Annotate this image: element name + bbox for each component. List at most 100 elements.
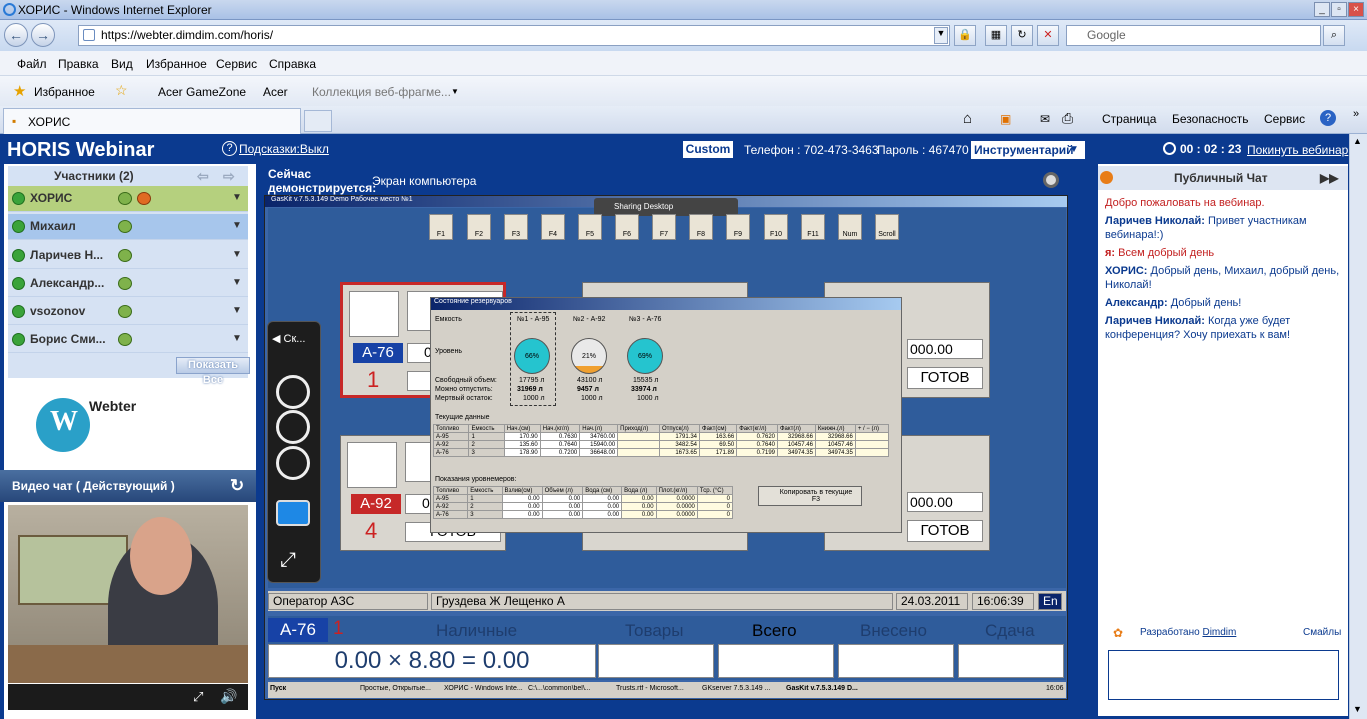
scroll-down-icon[interactable]: ▼ xyxy=(1353,704,1362,714)
fkey-f10[interactable]: F10 xyxy=(764,214,788,240)
chevron-down-icon[interactable]: ▼ xyxy=(232,243,242,267)
feeds-icon[interactable]: ▣ xyxy=(1000,112,1011,126)
expand-icon[interactable]: ▶▶ xyxy=(1320,166,1338,190)
menu-help[interactable]: Справка xyxy=(269,57,316,71)
dimdim-link[interactable]: Dimdim xyxy=(1202,627,1236,638)
current-data-table[interactable]: Топливо Емкость Нач.(см) Нач.(кг/л) Нач.(л) П… xyxy=(432,424,890,457)
arrow-right-icon[interactable]: ⇨ xyxy=(223,166,235,186)
chevron-right-icon[interactable]: » xyxy=(1353,108,1359,120)
screen-icon[interactable] xyxy=(276,500,310,526)
custom-button[interactable]: Custom xyxy=(683,141,733,158)
participant-row[interactable]: vsozonov ▼ xyxy=(8,299,248,325)
fkey-num[interactable]: Num xyxy=(838,214,862,240)
chevron-down-icon[interactable]: ▼ xyxy=(232,299,242,323)
fav-link-acer[interactable]: Acer xyxy=(263,85,288,99)
mail-icon[interactable]: ✉ xyxy=(1040,112,1050,126)
chat-input[interactable] xyxy=(1108,650,1339,700)
gauge-table[interactable]: Топливо Емкость Взлив(см) Объем (л) Вода (см… xyxy=(432,486,734,519)
compat-icon[interactable]: ▦ xyxy=(985,25,1007,46)
fkey-f4[interactable]: F4 xyxy=(541,214,565,240)
favorites-button[interactable]: Избранное xyxy=(34,85,95,99)
task-item[interactable]: C:\...\common\bel\... xyxy=(528,685,612,692)
print-icon[interactable]: ⎙ xyxy=(1062,110,1073,127)
page-scrollbar[interactable]: ▲ ▼ xyxy=(1349,134,1367,719)
tools-select[interactable]: Инструментарий ▼ xyxy=(971,141,1085,159)
smiles-link[interactable]: Смайлы xyxy=(1303,627,1341,638)
menu-view[interactable]: Вид xyxy=(111,57,133,71)
start-button[interactable]: Пуск xyxy=(270,685,286,692)
presenter-icon[interactable] xyxy=(137,192,151,205)
mic-icon[interactable] xyxy=(118,277,132,290)
fullscreen-icon[interactable]: ⤢ xyxy=(280,549,296,572)
leave-webinar-link[interactable]: Покинуть вебинар xyxy=(1247,143,1348,157)
lock-icon[interactable]: 🔒 xyxy=(954,25,976,46)
search-icon[interactable]: ⌕ xyxy=(1323,25,1345,46)
search-input[interactable]: Google xyxy=(1066,25,1321,46)
chevron-down-icon[interactable]: ▼ xyxy=(232,186,242,210)
zoom-out-icon[interactable] xyxy=(276,410,310,444)
close-icon[interactable]: × xyxy=(1348,2,1364,17)
participant-row[interactable]: ХОРИС ▼ xyxy=(8,186,248,212)
fkey-f8[interactable]: F8 xyxy=(689,214,713,240)
zoom-fit-icon[interactable] xyxy=(276,446,310,480)
tab-horis[interactable]: ▪ ХОРИС xyxy=(3,108,301,134)
lang-field[interactable]: En xyxy=(1038,593,1062,610)
new-tab-button[interactable] xyxy=(304,110,332,132)
fav-link-gamezone[interactable]: Acer GameZone xyxy=(158,85,246,99)
fullscreen-icon[interactable]: ⤢ xyxy=(193,689,203,705)
fkey-f11[interactable]: F11 xyxy=(801,214,825,240)
menu-tools[interactable]: Сервис xyxy=(216,57,257,71)
table-row[interactable]: А-76 3 178.90 0.7200 36648.00 1673.65 171.89 0.… xyxy=(432,448,890,457)
address-dropdown-icon[interactable]: ▼ xyxy=(934,27,948,44)
participant-row[interactable]: Борис Сми... ▼ xyxy=(8,327,248,353)
help-icon[interactable]: ? xyxy=(1320,110,1336,126)
table-row[interactable]: А-92 2 135.60 0.7640 15940.00 3482.54 69.50 0.7… xyxy=(432,440,890,449)
mic-icon[interactable] xyxy=(118,220,132,233)
fkey-f1[interactable]: F1 xyxy=(429,214,453,240)
home-icon[interactable]: ⌂ xyxy=(963,110,972,127)
task-item[interactable]: ХОРИС - Windows Inte... xyxy=(444,685,524,692)
zoom-in-icon[interactable] xyxy=(276,375,310,409)
arrow-left-icon[interactable]: ⇦ xyxy=(197,166,209,186)
record-icon[interactable] xyxy=(1043,172,1059,188)
task-item[interactable]: Простые, Открытые... xyxy=(360,685,440,692)
task-item[interactable]: Trusts.rtf - Microsoft... xyxy=(616,685,698,692)
safety-menu[interactable]: Безопасность xyxy=(1172,112,1249,126)
menu-favorites[interactable]: Избранное xyxy=(146,57,207,71)
copy-button[interactable]: Копировать в текущие F3 xyxy=(758,486,862,506)
task-item[interactable]: GasKit v.7.5.3.149 D... xyxy=(786,685,866,692)
refresh-icon[interactable]: ↻ xyxy=(230,470,244,502)
table-row[interactable]: А-92 2 0.00 0.00 0.00 0.00 0.0000 0 xyxy=(432,502,734,511)
fkey-f7[interactable]: F7 xyxy=(652,214,676,240)
fkey-f3[interactable]: F3 xyxy=(504,214,528,240)
participant-row[interactable]: Михаил ▼ xyxy=(8,214,248,240)
minimize-icon[interactable]: _ xyxy=(1314,2,1330,17)
fkey-f6[interactable]: F6 xyxy=(615,214,639,240)
refresh-icon[interactable]: ↻ xyxy=(1011,25,1033,46)
fav-link-webslices[interactable]: Коллекция веб-фрагме... xyxy=(312,85,451,99)
menu-file[interactable]: Файл xyxy=(17,57,47,71)
mic-icon[interactable] xyxy=(118,333,132,346)
fkey-f2[interactable]: F2 xyxy=(467,214,491,240)
maximize-icon[interactable]: ▫ xyxy=(1331,2,1347,17)
task-item[interactable]: GKserver 7.5.3.149 ... xyxy=(702,685,782,692)
mic-icon[interactable] xyxy=(118,305,132,318)
fkey-f9[interactable]: F9 xyxy=(726,214,750,240)
participant-row[interactable]: Александр... ▼ xyxy=(8,271,248,297)
scroll-up-icon[interactable]: ▲ xyxy=(1353,136,1362,146)
participant-row[interactable]: Ларичев Н... ▼ xyxy=(8,243,248,269)
fkey-f5[interactable]: F5 xyxy=(578,214,602,240)
hints-toggle[interactable]: Подсказки:Выкл xyxy=(239,142,329,156)
stop-icon[interactable]: ✕ xyxy=(1037,25,1059,46)
table-row[interactable]: А-95 1 0.00 0.00 0.00 0.00 0.0000 0 xyxy=(432,494,734,503)
table-row[interactable]: А-76 3 0.00 0.00 0.00 0.00 0.0000 0 xyxy=(432,510,734,519)
show-all-button[interactable]: Показать Все xyxy=(176,357,250,386)
address-bar[interactable]: https://webter.dimdim.com/horis/ xyxy=(78,25,950,46)
menu-edit[interactable]: Правка xyxy=(58,57,99,71)
mic-icon[interactable] xyxy=(118,192,132,205)
tools-menu[interactable]: Сервис xyxy=(1264,112,1305,126)
back-icon[interactable]: ← xyxy=(4,23,28,47)
fav-more-icon[interactable]: ▼ xyxy=(451,87,459,96)
table-row[interactable]: А-95 1 170.90 0.7630 34760.00 1791.34 163.66 0.… xyxy=(432,432,890,441)
chevron-down-icon[interactable]: ▼ xyxy=(232,327,242,351)
